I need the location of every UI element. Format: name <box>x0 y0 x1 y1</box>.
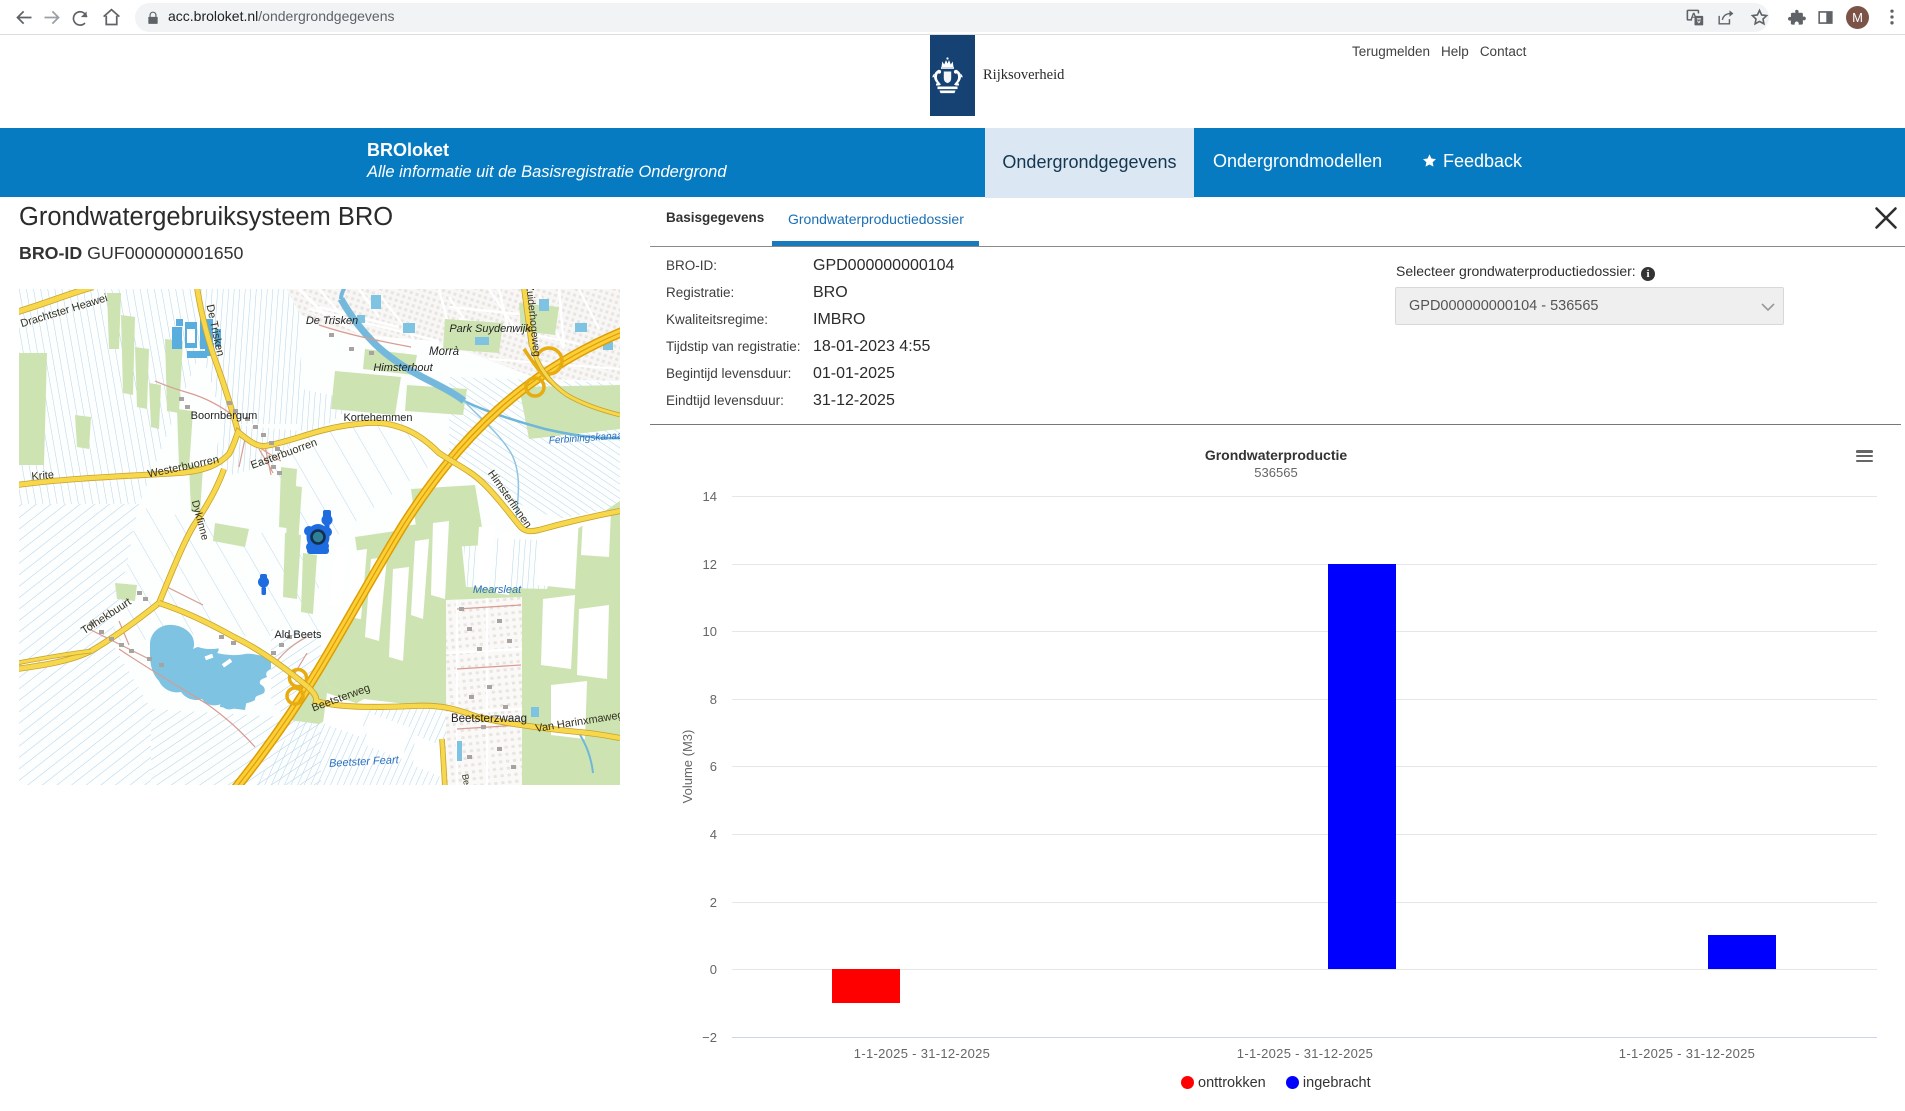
svg-text:Beetsterzwaag: Beetsterzwaag <box>451 713 527 725</box>
svg-text:Kortehemmen: Kortehemmen <box>343 412 412 424</box>
svg-text:Boornbergum: Boornbergum <box>191 410 258 422</box>
svg-text:Krite: Krite <box>31 469 55 483</box>
svg-text:Mearsleat: Mearsleat <box>473 584 522 596</box>
svg-text:Himsterhout: Himsterhout <box>373 362 433 374</box>
svg-text:Morrà: Morrà <box>429 346 460 358</box>
svg-text:Park Suydenwijk: Park Suydenwijk <box>449 323 531 335</box>
svg-text:Ald Beets: Ald Beets <box>274 629 322 641</box>
svg-text:Be: Be <box>460 773 472 785</box>
svg-text:De Trisken: De Trisken <box>306 315 358 327</box>
